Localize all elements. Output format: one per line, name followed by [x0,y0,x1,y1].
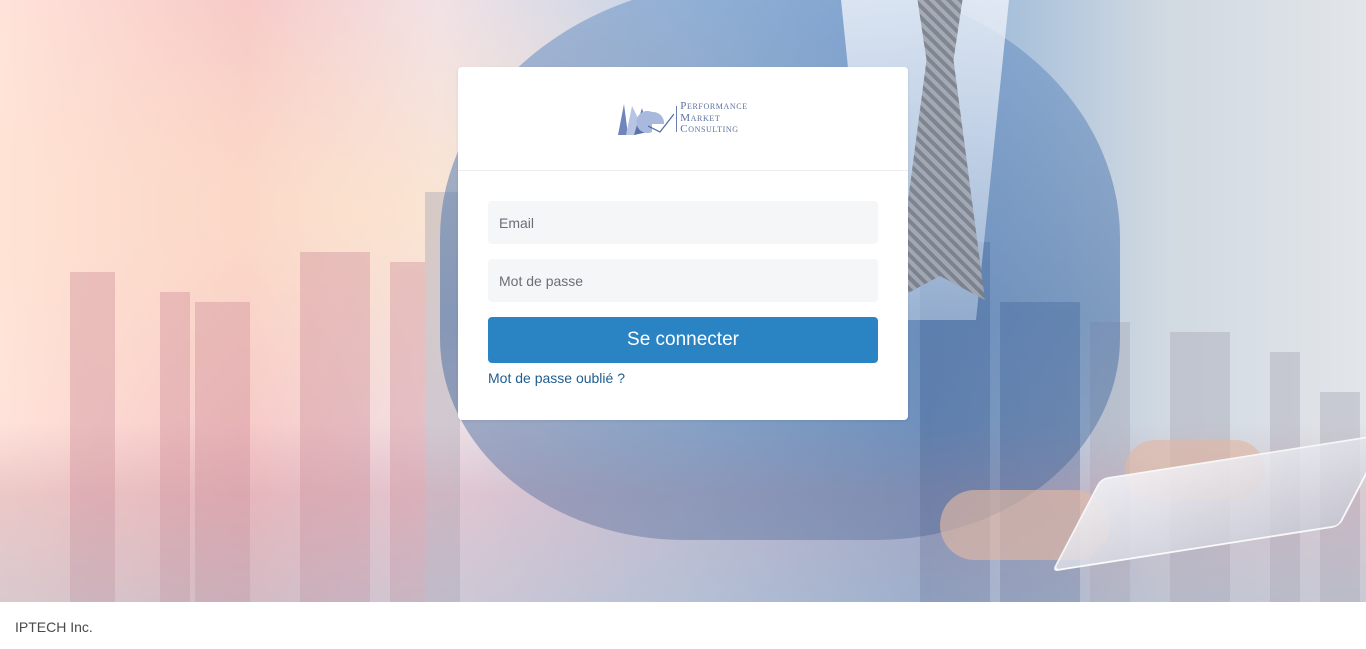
pmc-logo-icon [618,103,675,135]
email-input[interactable] [488,201,878,244]
logo-line: Consulting [680,123,739,136]
login-card: Performance Market Consulting Se connect… [458,67,908,420]
forgot-password-link[interactable]: Mot de passe oublié ? [488,370,625,386]
logo-wordmark: Performance Market Consulting [680,101,747,136]
footer: IPTECH Inc. [0,602,1366,649]
password-input[interactable] [488,259,878,302]
card-header: Performance Market Consulting [458,67,908,171]
footer-copyright: IPTECH Inc. [15,619,93,635]
login-button[interactable]: Se connecter [488,317,878,363]
logo-divider [676,105,678,132]
company-logo: Performance Market Consulting [618,99,747,139]
login-form: Se connecter Mot de passe oublié ? [458,171,908,388]
